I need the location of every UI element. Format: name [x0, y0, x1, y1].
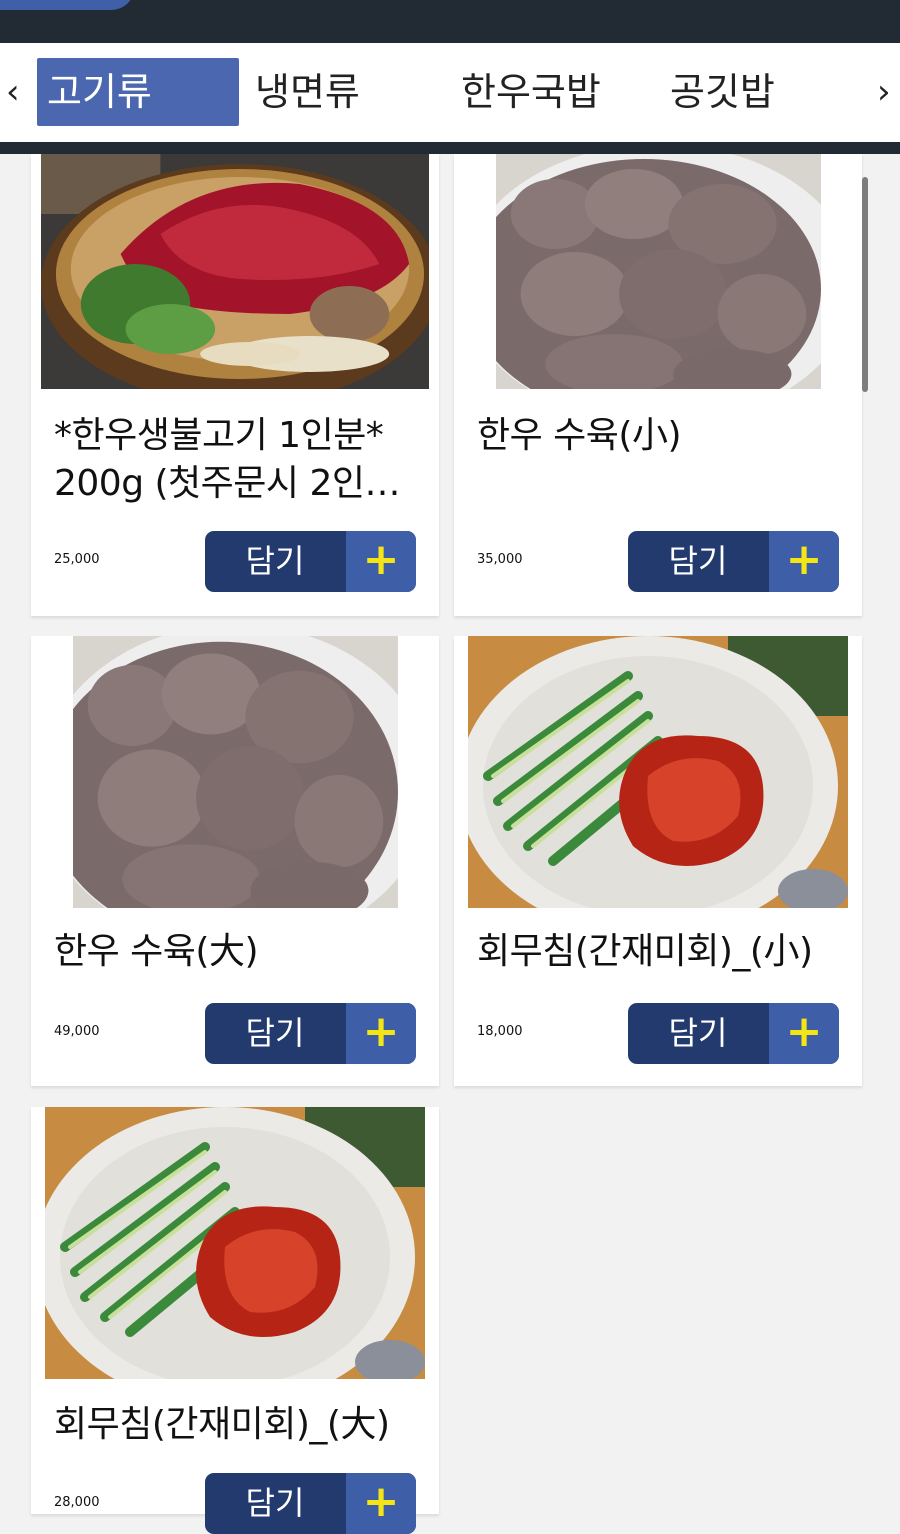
tab-naengmyeon[interactable]: 냉면류	[255, 58, 360, 126]
beef-suyuk-photo	[73, 636, 398, 908]
menu-item-price: 49,000	[54, 1024, 100, 1039]
menu-item-price: 25,000	[54, 552, 100, 567]
menu-item-name: 한우 수육(小)	[477, 415, 682, 456]
menu-card[interactable]: 회무침(간재미회)_(大) 28,000 담기 +	[31, 1107, 439, 1534]
menu-item-name: 회무침(간재미회)_(大)	[54, 1404, 390, 1445]
add-button-label: 담기	[668, 1014, 728, 1052]
add-button-label: 담기	[245, 542, 305, 580]
add-to-cart-button[interactable]: 담기 +	[205, 1003, 416, 1064]
chevron-right-icon[interactable]: ›	[877, 67, 891, 117]
menu-item-price: 35,000	[477, 552, 523, 567]
menu-card[interactable]: 한우 수육(小) 35,000 담기 +	[454, 154, 862, 616]
add-to-cart-button[interactable]: 담기 +	[628, 531, 839, 592]
header-divider	[0, 142, 900, 154]
menu-card[interactable]: 한우 수육(大) 49,000 담기 +	[31, 636, 439, 1086]
plus-icon: +	[346, 531, 416, 592]
menu-card[interactable]: 회무침(간재미회)_(小) 18,000 담기 +	[454, 636, 862, 1086]
scrollbar[interactable]	[862, 177, 868, 392]
add-to-cart-button[interactable]: 담기 +	[205, 1473, 416, 1534]
add-to-cart-button[interactable]: 담기 +	[205, 531, 416, 592]
beef-suyuk-photo	[496, 154, 821, 389]
plus-icon: +	[346, 1473, 416, 1534]
menu-item-name-line2: 200g (첫주문시 2인…	[54, 463, 401, 504]
spicy-raw-fish-salad-photo	[45, 1107, 425, 1379]
bulgogi-hotpot-photo	[41, 154, 429, 389]
tab-meat[interactable]: 고기류	[37, 58, 239, 126]
menu-card[interactable]: *한우생불고기 1인분* 200g (첫주문시 2인… 25,000 담기 +	[31, 154, 439, 616]
tab-rice[interactable]: 공깃밥	[670, 58, 775, 126]
menu-item-price: 28,000	[54, 1495, 100, 1510]
header-accent	[0, 0, 135, 10]
menu-item-name: 한우 수육(大)	[54, 931, 259, 972]
menu-item-price: 18,000	[477, 1024, 523, 1039]
chevron-left-icon[interactable]: ‹	[6, 67, 20, 117]
tab-beef-gukbap[interactable]: 한우국밥	[461, 58, 601, 126]
menu-item-name: 회무침(간재미회)_(小)	[477, 931, 813, 972]
add-to-cart-button[interactable]: 담기 +	[628, 1003, 839, 1064]
spicy-raw-fish-salad-photo	[468, 636, 848, 908]
add-button-label: 담기	[245, 1484, 305, 1522]
add-button-label: 담기	[668, 542, 728, 580]
menu-item-name: *한우생불고기 1인분*	[54, 415, 384, 456]
plus-icon: +	[346, 1003, 416, 1064]
add-button-label: 담기	[245, 1014, 305, 1052]
category-tab-bar: ‹ 고기류 냉면류 한우국밥 공깃밥 ›	[0, 43, 900, 142]
app-header	[0, 0, 900, 43]
plus-icon: +	[769, 1003, 839, 1064]
plus-icon: +	[769, 531, 839, 592]
